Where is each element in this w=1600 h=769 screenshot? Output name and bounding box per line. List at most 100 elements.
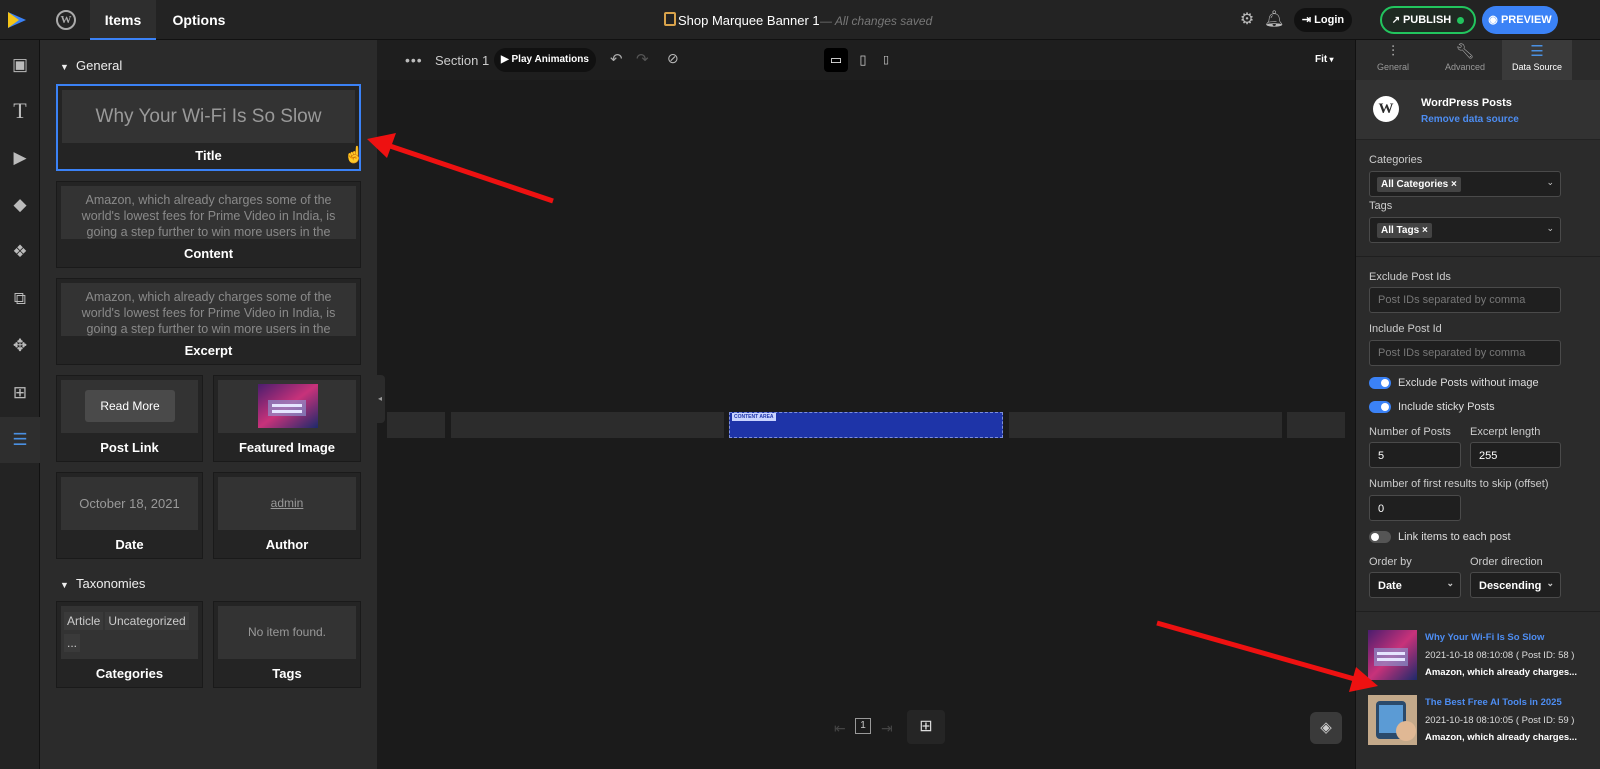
remove-tag-icon[interactable]: × bbox=[1422, 225, 1428, 236]
excerpt-length-input[interactable]: 255 bbox=[1470, 442, 1561, 468]
marquee-slide[interactable] bbox=[451, 412, 724, 438]
offset-input[interactable]: 0 bbox=[1369, 495, 1461, 521]
publish-label: PUBLISH bbox=[1402, 14, 1452, 26]
number-of-posts-input[interactable]: 5 bbox=[1369, 442, 1461, 468]
date-item-card[interactable]: October 18, 2021 Date bbox=[56, 472, 203, 559]
more-options-icon[interactable]: ••• bbox=[405, 52, 423, 68]
featured-image-item-card[interactable]: Featured Image bbox=[213, 375, 361, 462]
order-direction-select[interactable]: Descending ⌄ bbox=[1470, 572, 1561, 598]
database-icon[interactable]: ☰ bbox=[8, 428, 32, 452]
post-link-item-card[interactable]: Read More Post Link bbox=[56, 375, 203, 462]
image-icon[interactable]: ▣ bbox=[8, 53, 32, 77]
login-button[interactable]: ⇥ Login bbox=[1294, 8, 1352, 32]
redo-icon[interactable]: ↷ bbox=[636, 50, 649, 68]
slides-icon[interactable]: ⧉ bbox=[8, 287, 32, 311]
tab-data-source[interactable]: ☰ Data Source bbox=[1502, 40, 1572, 80]
tags-select[interactable]: All Tags × ⌄ bbox=[1369, 217, 1561, 243]
publish-button[interactable]: ↗ PUBLISH bbox=[1380, 6, 1476, 34]
section-label[interactable]: Section 1 bbox=[435, 53, 489, 68]
mobile-view-icon[interactable]: ▯ bbox=[878, 48, 894, 72]
tags-item-card[interactable]: No item found. Tags bbox=[213, 601, 361, 688]
next-slide-icon[interactable]: ⇥ bbox=[881, 720, 893, 737]
add-icon[interactable]: ⊞ bbox=[8, 381, 32, 405]
link-items-toggle[interactable] bbox=[1369, 531, 1391, 543]
excerpt-length-label: Excerpt length bbox=[1470, 426, 1541, 438]
remove-data-source-link[interactable]: Remove data source bbox=[1421, 114, 1519, 125]
tool-rail: ▣ T ▶ ◆ ❖ ⧉ ✥ ⊞ ☰ bbox=[0, 40, 40, 769]
taxonomies-section-header[interactable]: ▼ Taxonomies bbox=[60, 576, 145, 591]
tab-general-label: General bbox=[1376, 62, 1410, 72]
shapes-icon[interactable]: ◆ bbox=[8, 193, 32, 217]
link-items-label: Link items to each post bbox=[1398, 531, 1511, 543]
post-title[interactable]: Why Your Wi-Fi Is So Slow bbox=[1425, 632, 1544, 643]
marquee-slide[interactable] bbox=[1009, 412, 1282, 438]
undo-icon[interactable]: ↶ bbox=[610, 50, 623, 68]
content-item-card[interactable]: Amazon, which already charges some of th… bbox=[56, 181, 361, 268]
text-icon[interactable]: T bbox=[8, 99, 32, 123]
zoom-select[interactable]: Fit ▾ bbox=[1315, 54, 1333, 65]
page-number[interactable]: 1 bbox=[855, 718, 871, 734]
general-section-header[interactable]: ▼ General bbox=[60, 58, 122, 73]
content-card-label: Content bbox=[183, 246, 234, 261]
tablet-view-icon[interactable]: ▯ bbox=[854, 48, 872, 72]
editor-canvas[interactable]: ••• Section 1 ▶ Play Animations ↶ ↷ ⊘ ▭ … bbox=[375, 40, 1355, 769]
post-link-card-label: Post Link bbox=[100, 440, 159, 455]
widgets-icon[interactable]: ❖ bbox=[8, 240, 32, 264]
save-status: — All changes saved bbox=[820, 14, 933, 28]
excerpt-preview: Amazon, which already charges some of th… bbox=[81, 290, 336, 336]
tag-chip[interactable]: All Tags × bbox=[1377, 223, 1432, 238]
title-item-card[interactable]: Why Your Wi-Fi Is So Slow Title bbox=[56, 84, 361, 171]
exclude-post-ids-input[interactable]: Post IDs separated by comma bbox=[1369, 287, 1561, 313]
remove-tag-icon[interactable]: × bbox=[1451, 179, 1457, 190]
marquee-slide[interactable] bbox=[1287, 412, 1345, 438]
tab-advanced[interactable]: 🔧︎ Advanced bbox=[1430, 40, 1500, 80]
tags-preview: No item found. bbox=[218, 606, 356, 659]
previous-slide-icon[interactable]: ⇤ bbox=[834, 720, 846, 737]
layers-icon[interactable]: ◈ bbox=[1310, 712, 1342, 744]
wordpress-icon[interactable]: W bbox=[56, 10, 76, 30]
post-list-item[interactable]: Why Your Wi-Fi Is So Slow 2021-10-18 08:… bbox=[1368, 630, 1598, 682]
document-icon bbox=[664, 12, 676, 26]
order-by-value: Date bbox=[1378, 580, 1402, 592]
toggle-knob bbox=[1381, 379, 1389, 387]
content-area-tag: CONTENT AREA bbox=[732, 413, 776, 421]
excerpt-item-card[interactable]: Amazon, which already charges some of th… bbox=[56, 278, 361, 365]
play-animations-button[interactable]: ▶ Play Animations bbox=[494, 48, 596, 72]
data-source-summary: W WordPress Posts Remove data source bbox=[1356, 80, 1600, 140]
eye-icon: ◉ bbox=[1488, 14, 1501, 26]
tab-data-source-label: Data Source bbox=[1511, 62, 1563, 72]
category-tag[interactable]: All Categories × bbox=[1377, 177, 1461, 192]
marquee-slide-active[interactable]: CONTENT AREA bbox=[729, 412, 1003, 438]
hand-cursor-icon: ☝ bbox=[344, 147, 364, 164]
tab-general[interactable]: ⫶ General bbox=[1358, 40, 1428, 80]
add-slide-icon[interactable]: ⊞ bbox=[907, 710, 945, 744]
tab-items[interactable]: Items bbox=[90, 0, 156, 40]
data-source-name: WordPress Posts bbox=[1421, 97, 1512, 109]
status-dot bbox=[1457, 16, 1465, 24]
preview-button[interactable]: ◉ PREVIEW bbox=[1482, 6, 1558, 34]
author-item-card[interactable]: admin Author bbox=[213, 472, 361, 559]
content-preview: Amazon, which already charges some of th… bbox=[81, 193, 336, 239]
desktop-view-icon[interactable]: ▭ bbox=[824, 48, 848, 72]
settings-gear-icon[interactable]: ⚙ bbox=[1238, 11, 1256, 29]
visibility-off-icon[interactable]: ⊘ bbox=[667, 50, 679, 67]
app-logo-icon[interactable] bbox=[6, 10, 28, 30]
order-direction-label: Order direction bbox=[1470, 556, 1543, 568]
collapse-panel-handle[interactable]: ◂ bbox=[375, 375, 385, 423]
video-icon[interactable]: ▶ bbox=[8, 146, 32, 170]
post-list-item[interactable]: The Best Free AI Tools in 2025 2021-10-1… bbox=[1368, 695, 1598, 747]
marquee-slide[interactable] bbox=[387, 412, 445, 438]
categories-select[interactable]: All Categories × ⌄ bbox=[1369, 171, 1561, 197]
move-icon[interactable]: ✥ bbox=[8, 334, 32, 358]
include-post-id-input[interactable]: Post IDs separated by comma bbox=[1369, 340, 1561, 366]
document-title: Shop Marquee Banner 1 bbox=[678, 13, 820, 28]
order-by-select[interactable]: Date ⌄ bbox=[1369, 572, 1461, 598]
exclude-post-ids-label: Exclude Post Ids bbox=[1369, 271, 1451, 283]
exclude-no-image-toggle[interactable] bbox=[1369, 377, 1391, 389]
notification-bell-icon[interactable]: 🔔︎ bbox=[1264, 11, 1284, 29]
categories-item-card[interactable]: Article Uncategorized... Categories bbox=[56, 601, 203, 688]
tab-options[interactable]: Options bbox=[166, 0, 232, 40]
post-title[interactable]: The Best Free AI Tools in 2025 bbox=[1425, 697, 1562, 708]
include-sticky-toggle[interactable] bbox=[1369, 401, 1391, 413]
author-card-label: Author bbox=[265, 537, 309, 552]
